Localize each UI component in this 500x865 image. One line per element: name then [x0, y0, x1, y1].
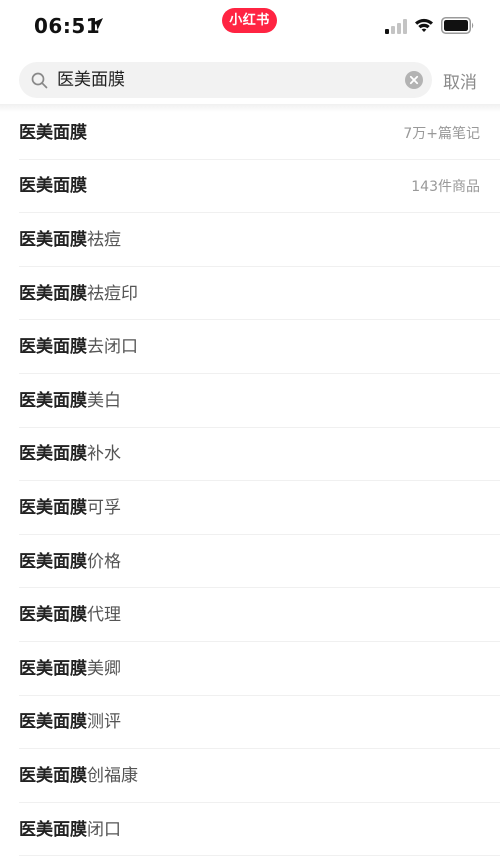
suggestion-item[interactable]: 医美面膜价格	[0, 535, 500, 589]
suggestion-item[interactable]: 医美面膜测评	[0, 696, 500, 750]
suggestion-text: 医美面膜美白	[19, 391, 121, 411]
suggestion-suffix: 去闭口	[87, 337, 138, 358]
search-box[interactable]	[19, 62, 432, 98]
suggestion-suffix: 代理	[87, 605, 121, 626]
suggestion-item[interactable]: 医美面膜 7万+篇笔记	[0, 106, 500, 160]
suggestion-text: 医美面膜闭口	[19, 820, 121, 840]
suggestion-text: 医美面膜可孚	[19, 498, 121, 518]
suggestion-text: 医美面膜测评	[19, 712, 121, 732]
suggestion-keyword: 医美面膜	[19, 444, 87, 465]
suggestion-text: 医美面膜	[19, 176, 87, 196]
suggestion-item[interactable]: 医美面膜美卿	[0, 642, 500, 696]
suggestion-item[interactable]: 医美面膜创福康	[0, 749, 500, 803]
clear-icon[interactable]	[405, 71, 423, 89]
suggestion-text: 医美面膜祛痘印	[19, 284, 138, 304]
suggestion-text: 医美面膜美卿	[19, 659, 121, 679]
suggestion-suffix: 价格	[87, 551, 121, 572]
cancel-button[interactable]: 取消	[443, 68, 477, 93]
search-input[interactable]	[57, 62, 387, 98]
search-icon	[31, 72, 48, 89]
suggestion-item[interactable]: 医美面膜祛痘	[0, 213, 500, 267]
suggestion-text: 医美面膜去闭口	[19, 337, 138, 357]
suggestion-suffix: 闭口	[87, 819, 121, 840]
suggestion-keyword: 医美面膜	[19, 765, 87, 786]
search-bar: 取消	[0, 60, 500, 100]
suggestion-text: 医美面膜祛痘	[19, 230, 121, 250]
suggestion-keyword: 医美面膜	[19, 712, 87, 733]
suggestion-keyword: 医美面膜	[19, 497, 87, 518]
suggestion-suffix: 补水	[87, 444, 121, 465]
suggestion-keyword: 医美面膜	[19, 176, 87, 197]
suggestion-keyword: 医美面膜	[19, 122, 87, 143]
suggestion-keyword: 医美面膜	[19, 390, 87, 411]
suggestion-item[interactable]: 医美面膜美白	[0, 374, 500, 428]
suggestion-item[interactable]: 医美面膜去闭口	[0, 320, 500, 374]
suggestion-suffix: 美卿	[87, 658, 121, 679]
app-badge: 小红书	[222, 8, 277, 33]
suggestion-keyword: 医美面膜	[19, 337, 87, 358]
suggestion-suffix: 创福康	[87, 765, 138, 786]
location-arrow-icon	[91, 18, 103, 30]
suggestion-item[interactable]: 医美面膜补水	[0, 428, 500, 482]
suggestion-item[interactable]: 医美面膜代理	[0, 588, 500, 642]
battery-icon	[441, 17, 474, 34]
suggestion-text: 医美面膜价格	[19, 552, 121, 572]
suggestion-keyword: 医美面膜	[19, 819, 87, 840]
status-bar: 06:51 小红书	[0, 0, 500, 52]
suggestion-list: 医美面膜 7万+篇笔记 医美面膜 143件商品 医美面膜祛痘 医美面膜祛痘印 医美面膜去闭口…	[0, 106, 500, 856]
suggestion-text: 医美面膜	[19, 123, 87, 143]
suggestion-text: 医美面膜补水	[19, 444, 121, 464]
suggestion-suffix: 测评	[87, 712, 121, 733]
suggestion-meta: 7万+篇笔记	[403, 125, 480, 142]
cellular-signal-icon	[385, 19, 407, 34]
suggestion-item[interactable]: 医美面膜祛痘印	[0, 267, 500, 321]
suggestion-keyword: 医美面膜	[19, 605, 87, 626]
suggestion-keyword: 医美面膜	[19, 229, 87, 250]
suggestion-item[interactable]: 医美面膜 143件商品	[0, 160, 500, 214]
suggestion-text: 医美面膜创福康	[19, 766, 138, 786]
suggestion-suffix: 可孚	[87, 497, 121, 518]
suggestion-keyword: 医美面膜	[19, 551, 87, 572]
suggestion-item[interactable]: 医美面膜可孚	[0, 481, 500, 535]
wifi-icon	[415, 18, 433, 32]
suggestion-suffix: 美白	[87, 390, 121, 411]
suggestion-keyword: 医美面膜	[19, 283, 87, 304]
suggestion-text: 医美面膜代理	[19, 605, 121, 625]
suggestion-suffix: 祛痘	[87, 229, 121, 250]
suggestion-meta: 143件商品	[411, 179, 480, 196]
suggestion-suffix: 祛痘印	[87, 283, 138, 304]
suggestion-keyword: 医美面膜	[19, 658, 87, 679]
suggestion-item[interactable]: 医美面膜闭口	[0, 803, 500, 857]
